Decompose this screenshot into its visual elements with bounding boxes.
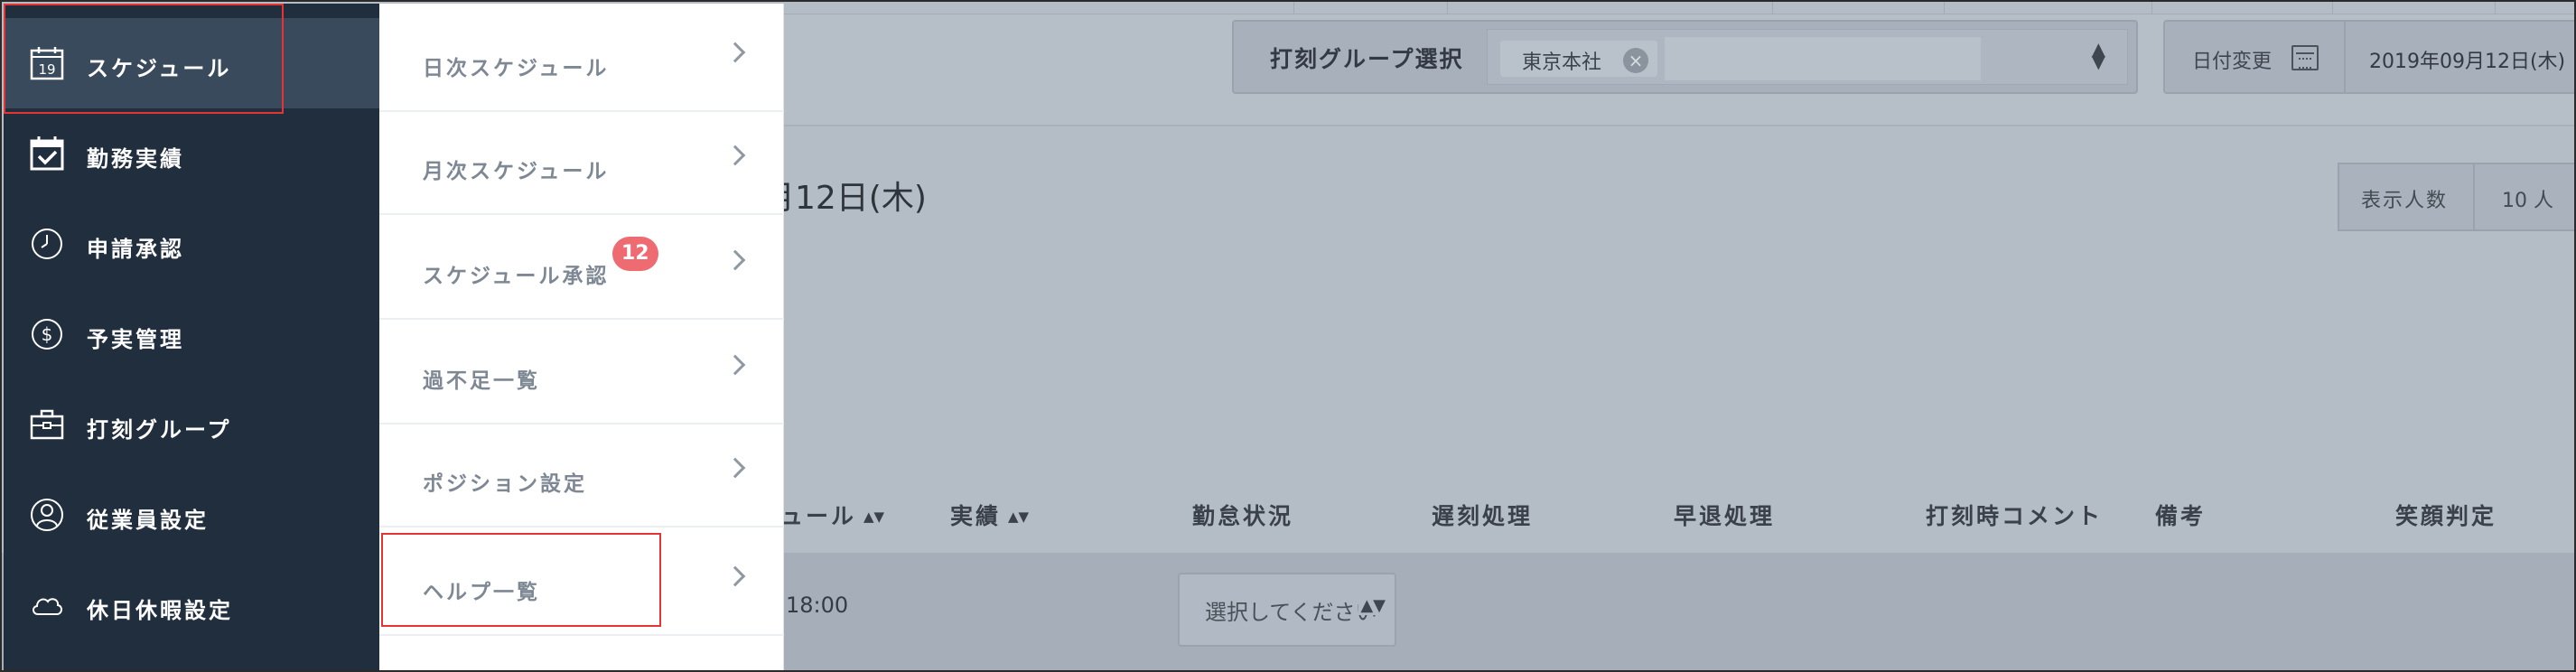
sidebar: 19 スケジュール 勤務実績 申請承認 $ 予実管理 打刻グループ 従業員設定 … <box>4 4 379 670</box>
top-tabs-strip <box>779 2 2574 14</box>
submenu-item-label: ポジション設定 <box>423 472 587 496</box>
sidebar-item-label: 休日休暇設定 <box>87 598 233 623</box>
sidebar-item-attendance[interactable]: 勤務実績 <box>4 108 379 199</box>
attendance-status-placeholder: 選択してください <box>1205 600 1377 625</box>
sidebar-item-employees[interactable]: 従業員設定 <box>4 470 379 560</box>
select-arrows-icon: ▲▼ <box>1358 596 1386 615</box>
remove-tag-icon[interactable]: × <box>1623 48 1648 73</box>
sidebar-item-label: 勤務実績 <box>87 146 184 172</box>
calendar-check-icon <box>29 135 65 172</box>
submenu-item-label: スケジュール承認 <box>423 265 610 288</box>
display-count-select[interactable]: 10 人 <box>2473 164 2574 229</box>
row-schedule-time: 18:00 <box>786 593 849 618</box>
select-arrows-icon: ▲▼ <box>2091 38 2105 72</box>
column-header-comment: 打刻時コメント <box>1926 503 2104 529</box>
clock-icon <box>29 226 65 262</box>
chevron-right-icon <box>724 145 746 166</box>
sort-icon: ▲▼ <box>1008 509 1030 525</box>
pending-count-badge: 12 <box>612 237 658 271</box>
submenu-item-label: 過不足一覧 <box>423 369 540 393</box>
punch-group-selector: 打刻グループ選択 東京本社 × ▲ ▼ <box>1232 20 2138 94</box>
date-change-label: 日付変更 <box>2192 51 2273 73</box>
highlight-box-help <box>381 533 661 627</box>
chevron-right-icon <box>724 42 746 63</box>
display-count-label: 表示人数 <box>2361 190 2449 212</box>
sidebar-item-label: 申請承認 <box>87 237 184 262</box>
chevron-right-icon <box>724 354 746 376</box>
column-header-early-leave: 早退処理 <box>1674 503 1776 529</box>
dollar-icon: $ <box>29 316 65 352</box>
selected-group-tag-label: 東京本社 <box>1522 51 1602 74</box>
submenu-item-daily-schedule[interactable]: 日次スケジュール <box>379 9 784 112</box>
column-header-actual[interactable]: 実績 ▲▼ <box>950 499 1029 531</box>
chevron-right-icon <box>724 249 746 271</box>
sidebar-item-label: 予実管理 <box>87 327 184 352</box>
chevron-right-icon <box>724 565 746 587</box>
column-header-smile: 笑顔判定 <box>2395 503 2497 529</box>
sidebar-item-label: 従業員設定 <box>87 508 209 533</box>
sidebar-item-label: 打刻グループ <box>87 417 232 443</box>
highlight-box-schedule <box>4 4 284 114</box>
submenu-item-monthly-schedule[interactable]: 月次スケジュール <box>379 112 784 215</box>
submenu-item-schedule-approval[interactable]: スケジュール承認 12 <box>379 217 784 320</box>
page-date-heading: 月12日(木) <box>762 180 927 217</box>
display-count: 表示人数 10 人 <box>2338 163 2574 231</box>
group-search-input[interactable] <box>1665 37 1981 80</box>
schedule-submenu: 日次スケジュール 月次スケジュール スケジュール承認 12 過不足一覧 ポジショ… <box>379 4 784 670</box>
punch-group-label: 打刻グループ選択 <box>1270 46 1464 72</box>
submenu-item-position-settings[interactable]: ポジション設定 <box>379 425 784 527</box>
sidebar-item-budget[interactable]: $ 予実管理 <box>4 289 379 379</box>
app-frame: 打刻グループ選択 東京本社 × ▲ ▼ 日付変更 2019年09月12日(木) 月… <box>0 0 2576 672</box>
user-icon <box>29 497 65 533</box>
sidebar-item-approval[interactable]: 申請承認 <box>4 199 379 289</box>
cloud-icon <box>29 587 65 623</box>
current-date: 2019年09月12日(木) <box>2369 51 2566 73</box>
date-change-button[interactable]: 日付変更 <box>2165 22 2346 92</box>
chevron-right-icon <box>724 457 746 479</box>
calendar-icon <box>2291 45 2319 70</box>
submenu-item-label: 日次スケジュール <box>423 57 610 80</box>
date-picker: 日付変更 2019年09月12日(木) <box>2163 20 2574 94</box>
selected-group-tag: 東京本社 × <box>1500 41 1657 77</box>
sidebar-item-holidays[interactable]: 休日休暇設定 <box>4 560 379 650</box>
attendance-status-select[interactable]: 選択してください ▲▼ <box>1178 573 1396 647</box>
sort-icon: ▲▼ <box>863 509 885 525</box>
submenu-item-shortage-list[interactable]: 過不足一覧 <box>379 322 784 425</box>
column-header-notes: 備考 <box>2155 503 2207 529</box>
column-header-late: 遅刻処理 <box>1432 503 1534 529</box>
svg-text:$: $ <box>42 323 53 345</box>
submenu-item-label: 月次スケジュール <box>423 160 610 183</box>
punch-group-select[interactable]: 東京本社 × ▲ ▼ <box>1487 29 2128 85</box>
column-header-schedule[interactable]: ュール ▲▼ <box>780 499 884 531</box>
briefcase-icon <box>29 406 65 443</box>
column-header-attendance: 勤怠状況 <box>1192 503 1294 529</box>
sidebar-item-punch-group[interactable]: 打刻グループ <box>4 379 379 470</box>
submenu-item-help-list[interactable]: ヘルプ一覧 <box>379 533 784 636</box>
